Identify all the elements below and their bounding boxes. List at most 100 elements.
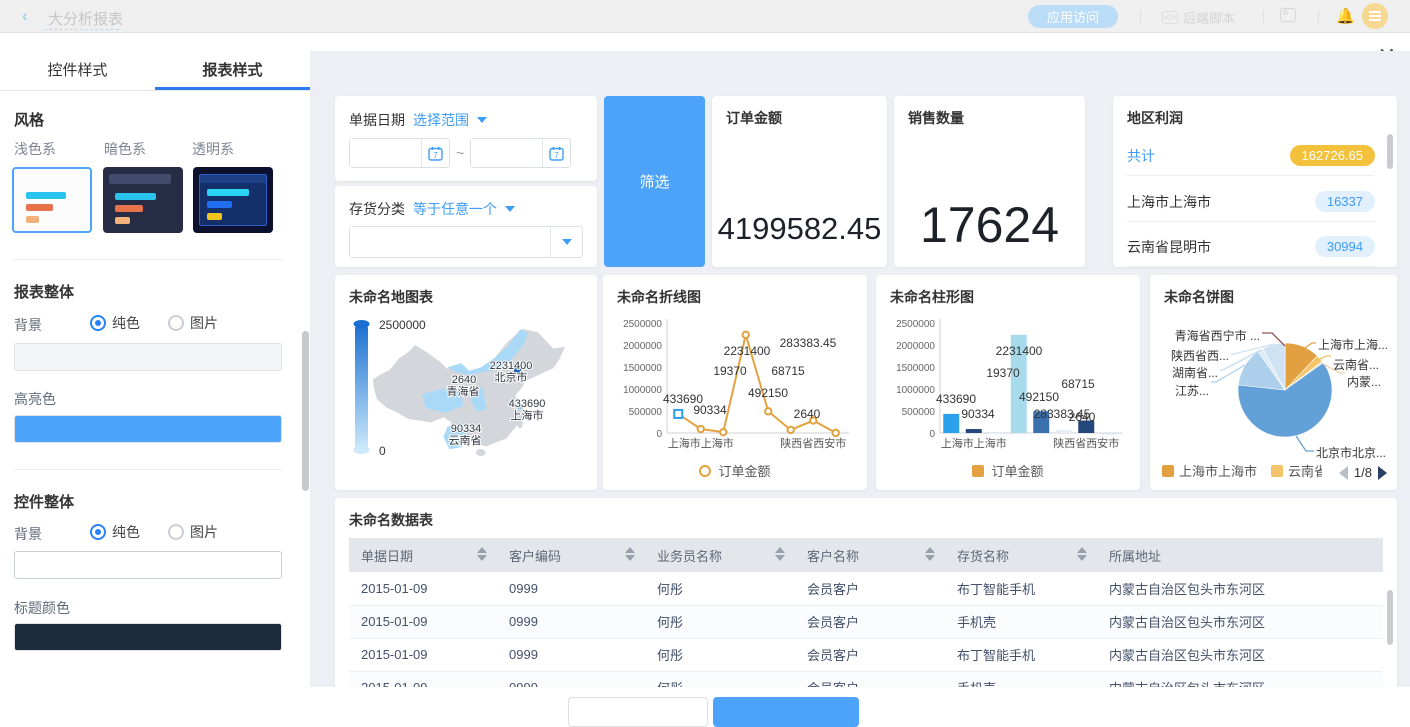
divider xyxy=(14,469,282,470)
theme-light-preview xyxy=(16,171,88,229)
bar-chart[interactable]: 25000002000000150000010000005000000上海市上海… xyxy=(890,315,1126,455)
svg-text:1000000: 1000000 xyxy=(896,385,935,396)
divider xyxy=(14,259,282,260)
contacts-button[interactable] xyxy=(1280,8,1296,22)
map-chart-card: 未命名地图表 2500000 0 xyxy=(335,275,597,490)
svg-text:7: 7 xyxy=(433,151,438,160)
calendar-icon[interactable]: 7 xyxy=(542,139,570,167)
report-bg-color-swatch[interactable] xyxy=(14,343,282,371)
sort-icon[interactable] xyxy=(625,547,635,561)
line-chart-legend[interactable]: 订单金额 xyxy=(603,461,867,480)
table-cell: 会员客户 xyxy=(795,671,945,687)
radio-image[interactable]: 图片 xyxy=(168,313,218,333)
theme-transparent-thumbnail[interactable] xyxy=(193,167,273,233)
table-cell: 2015-01-09 xyxy=(349,605,497,638)
tab-report-style[interactable]: 报表样式 xyxy=(155,51,310,90)
table-cell: 何彤 xyxy=(645,572,795,605)
table-column-header[interactable]: 所属地址 xyxy=(1097,538,1383,572)
date-from-input[interactable] xyxy=(350,139,421,167)
preview-bar xyxy=(26,204,53,211)
highlight-color-swatch[interactable] xyxy=(14,415,282,443)
line-chart[interactable]: 25000002000000150000010000005000000上海市上海… xyxy=(617,315,853,455)
legend-label: 订单金额 xyxy=(718,461,770,480)
svg-text:90334: 90334 xyxy=(961,407,995,421)
svg-text:2231400: 2231400 xyxy=(724,344,771,358)
sidebar-scrollbar[interactable] xyxy=(302,331,309,491)
category-mode-dropdown[interactable]: 等于任意一个 xyxy=(413,199,497,219)
table-column-header[interactable]: 单据日期 xyxy=(349,538,497,572)
map-point-value: 2231400 xyxy=(490,360,533,372)
code-icon: </> xyxy=(1162,11,1178,24)
filter-button[interactable]: 筛选 xyxy=(604,96,705,267)
date-mode-dropdown[interactable]: 选择范围 xyxy=(413,110,469,130)
category-select-input[interactable] xyxy=(350,227,550,257)
radio-solid-color[interactable]: 纯色 xyxy=(90,313,140,333)
radio-solid-label: 纯色 xyxy=(112,315,140,331)
widget-bg-color-swatch[interactable] xyxy=(14,551,282,579)
avatar[interactable] xyxy=(1362,3,1388,29)
app-header: ‹ 大分析报表 应用访问 </> 后端脚本 🔔 xyxy=(0,0,1410,33)
legend-label: 订单金额 xyxy=(991,461,1043,480)
china-map-chart[interactable]: 2500000 0 2231400 北京市 2640 青海省 433690 上海… xyxy=(345,313,585,483)
sort-icon[interactable] xyxy=(925,547,935,561)
table-row[interactable]: 2015-01-090999何彤会员客户手机壳内蒙古自治区包头市东河区 xyxy=(349,671,1383,687)
svg-text:上海市上海市: 上海市上海市 xyxy=(668,436,734,450)
tab-widget-style[interactable]: 控件样式 xyxy=(0,51,155,90)
widget-bg-label: 背景 xyxy=(14,524,42,544)
backend-script-button[interactable]: </> 后端脚本 xyxy=(1162,8,1235,27)
date-range-separator: ~ xyxy=(456,145,464,161)
preview-bar xyxy=(207,189,249,196)
theme-light-label: 浅色系 xyxy=(14,139,56,159)
radio-image[interactable]: 图片 xyxy=(168,522,218,542)
widget-section-heading: 控件整体 xyxy=(14,491,74,512)
card-scrollbar[interactable] xyxy=(1387,134,1393,169)
svg-text:2640: 2640 xyxy=(1069,410,1096,424)
chevron-down-icon[interactable] xyxy=(505,206,515,212)
category-select-wrapper xyxy=(349,226,583,258)
sort-icon[interactable] xyxy=(775,547,785,561)
bar-chart-legend[interactable]: 订单金额 xyxy=(876,461,1140,480)
table-column-header[interactable]: 客户名称 xyxy=(795,538,945,572)
table-column-header[interactable]: 存货名称 xyxy=(945,538,1097,572)
calendar-icon[interactable]: 7 xyxy=(421,139,449,167)
kpi-title: 订单金额 xyxy=(726,108,782,128)
pager-label: 1/8 xyxy=(1354,465,1372,480)
title-color-swatch[interactable] xyxy=(14,623,282,651)
table-row[interactable]: 2015-01-090999何彤会员客户布丁智能手机内蒙古自治区包头市东河区 xyxy=(349,572,1383,605)
sort-icon[interactable] xyxy=(1077,547,1087,561)
pager-next-icon[interactable] xyxy=(1378,466,1387,480)
date-to-input[interactable] xyxy=(471,139,542,167)
app-access-button[interactable]: 应用访问 xyxy=(1028,5,1118,28)
confirm-button[interactable] xyxy=(713,697,859,727)
table-scrollbar[interactable] xyxy=(1387,590,1393,645)
pager-prev-icon[interactable] xyxy=(1339,466,1348,480)
radio-solid-color[interactable]: 纯色 xyxy=(90,522,140,542)
data-table-card: 未命名数据表 单据日期客户编码业务员名称客户名称存货名称所属地址 2015-01… xyxy=(335,498,1397,687)
cancel-button[interactable] xyxy=(568,697,708,727)
chart-title: 未命名折线图 xyxy=(617,287,701,307)
table-row[interactable]: 2015-01-090999何彤会员客户布丁智能手机内蒙古自治区包头市东河区 xyxy=(349,638,1383,671)
svg-text:2231400: 2231400 xyxy=(996,344,1043,358)
svg-text:2500000: 2500000 xyxy=(896,319,935,330)
pie-legend-item[interactable]: 上海市上海市 xyxy=(1162,461,1257,480)
chevron-down-icon[interactable] xyxy=(477,117,487,123)
svg-text:0: 0 xyxy=(656,429,662,440)
preview-bar xyxy=(207,201,232,208)
table-column-header[interactable]: 客户编码 xyxy=(497,538,645,572)
legend-label: 云南省昆 xyxy=(1288,461,1322,480)
region-profit-row: 上海市上海市 16337 xyxy=(1127,182,1375,222)
sort-icon[interactable] xyxy=(477,547,487,561)
theme-dark-thumbnail[interactable] xyxy=(103,167,183,233)
table-column-header[interactable]: 业务员名称 xyxy=(645,538,795,572)
chart-title: 未命名柱形图 xyxy=(890,287,974,307)
pie-legend[interactable]: 上海市上海市 云南省昆 xyxy=(1162,461,1322,480)
line-chart-card: 未命名折线图 250000020000001500000100000050000… xyxy=(603,275,867,490)
svg-text:68715: 68715 xyxy=(1061,377,1095,391)
pie-legend-item[interactable]: 云南省昆 xyxy=(1271,461,1322,480)
select-chevron-icon[interactable] xyxy=(550,227,582,257)
back-icon[interactable]: ‹ xyxy=(22,6,28,26)
table-row[interactable]: 2015-01-090999何彤会员客户手机壳内蒙古自治区包头市东河区 xyxy=(349,605,1383,638)
table-cell: 手机壳 xyxy=(945,671,1097,687)
theme-light-thumbnail[interactable] xyxy=(12,167,92,233)
preview-bar xyxy=(26,216,39,223)
